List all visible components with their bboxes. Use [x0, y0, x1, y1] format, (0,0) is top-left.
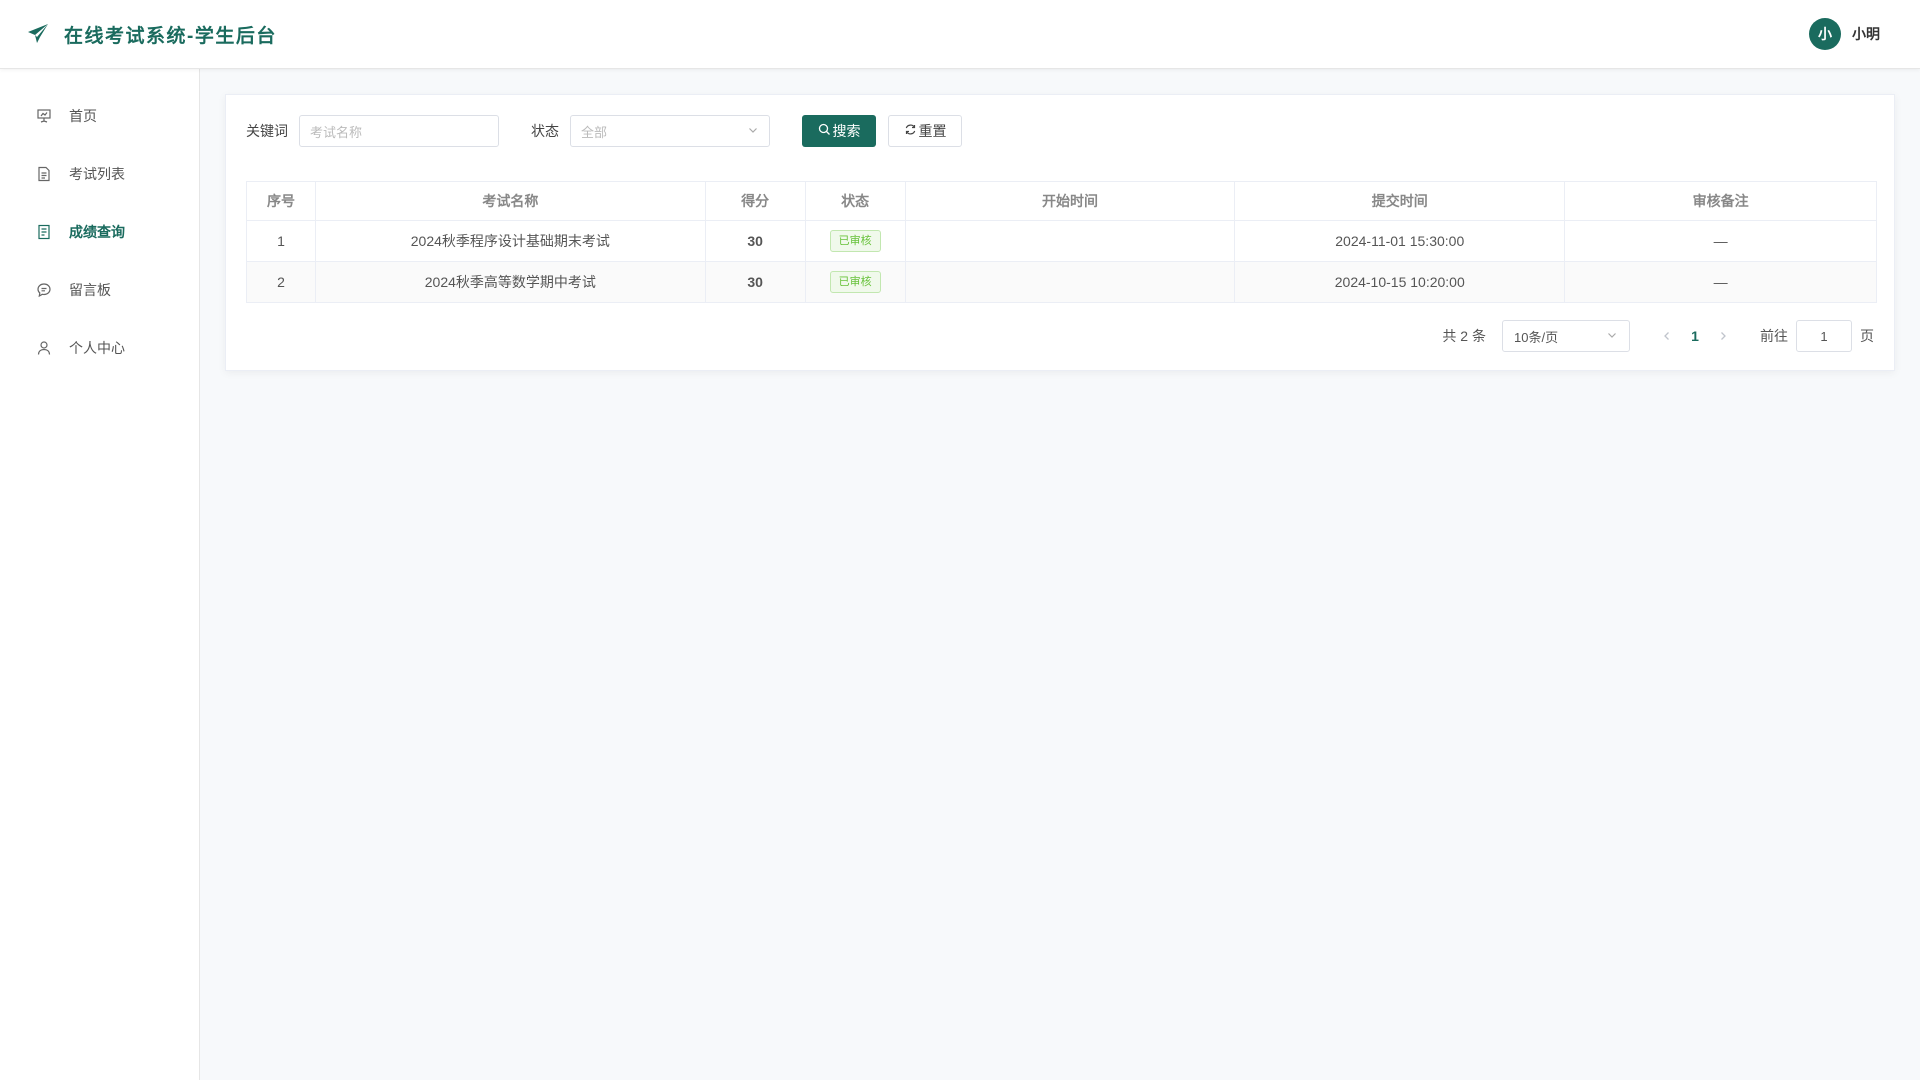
filter-bar: 关键词 考试名称 状态 全部 搜索 重置	[246, 115, 962, 147]
column-header-index: 序号	[246, 181, 316, 221]
table-header-row: 序号 考试名称 得分 状态 开始时间 提交时间 审核备注	[246, 181, 1877, 221]
column-header-score: 得分	[704, 181, 806, 221]
chevron-down-icon	[1606, 329, 1618, 344]
column-header-status: 状态	[804, 181, 906, 221]
sidebar-item-profile[interactable]: 个人中心	[0, 319, 199, 377]
cell-start-time	[904, 261, 1236, 303]
cell-status: 已审核	[804, 220, 906, 262]
sidebar-item-message-board[interactable]: 留言板	[0, 261, 199, 319]
column-header-start-time: 开始时间	[904, 181, 1236, 221]
sidebar-item-label: 留言板	[69, 282, 111, 298]
score-table: 序号 考试名称 得分 状态 开始时间 提交时间 审核备注 1 2024秋季程序设…	[246, 181, 1877, 303]
search-icon	[818, 123, 833, 139]
main-content: 关键词 考试名称 状态 全部 搜索 重置 序号 考试名称 得分 状态 开始时间 …	[200, 69, 1920, 1080]
search-button-label: 搜索	[832, 123, 861, 139]
search-button[interactable]: 搜索	[802, 115, 876, 147]
sidebar-item-label: 考试列表	[69, 166, 125, 182]
chat-bubble-icon	[35, 281, 53, 299]
cell-exam-name: 2024秋季高等数学期中考试	[314, 261, 706, 303]
cell-submit-time: 2024-11-01 15:30:00	[1234, 220, 1566, 262]
status-select[interactable]: 全部	[570, 115, 770, 147]
cell-exam-name: 2024秋季程序设计基础期末考试	[314, 220, 706, 262]
column-header-submit-time: 提交时间	[1234, 181, 1566, 221]
sidebar: 首页 考试列表 成绩查询 留言板 个人中心	[0, 69, 200, 1080]
reset-button[interactable]: 重置	[888, 115, 962, 147]
status-badge: 已审核	[829, 230, 881, 252]
goto-page-input[interactable]: 1	[1796, 320, 1852, 352]
column-header-exam-name: 考试名称	[314, 181, 706, 221]
score-card: 关键词 考试名称 状态 全部 搜索 重置 序号 考试名称 得分 状态 开始时间 …	[225, 94, 1895, 371]
reset-button-label: 重置	[918, 123, 947, 139]
user-icon	[35, 339, 53, 357]
sidebar-item-home[interactable]: 首页	[0, 87, 199, 145]
pagination: 共 2 条 10条/页 1 前往 1 页	[1442, 319, 1874, 353]
chevron-down-icon	[747, 124, 759, 139]
paper-plane-icon	[26, 22, 50, 46]
sidebar-item-label: 个人中心	[69, 340, 125, 356]
user-name[interactable]: 小明	[1852, 24, 1880, 44]
cell-review-remark: —	[1564, 220, 1877, 262]
user-menu[interactable]: 小 小明	[1809, 18, 1880, 50]
page-size-value: 10条/页	[1514, 329, 1559, 345]
cell-status: 已审核	[804, 261, 906, 303]
refresh-icon	[904, 123, 919, 139]
next-page-button[interactable]	[1710, 322, 1736, 350]
pagination-total: 共 2 条	[1442, 328, 1486, 344]
sidebar-item-score-query[interactable]: 成绩查询	[0, 203, 199, 261]
cell-score: 30	[704, 220, 806, 262]
list-document-icon	[35, 223, 53, 241]
page-number-current[interactable]: 1	[1680, 328, 1710, 344]
sidebar-item-label: 成绩查询	[69, 224, 125, 240]
brand[interactable]: 在线考试系统-学生后台	[26, 21, 277, 48]
prev-page-button[interactable]	[1654, 322, 1680, 350]
table-row: 2 2024秋季高等数学期中考试 30 已审核 2024-10-15 10:20…	[246, 261, 1877, 303]
status-select-value: 全部	[581, 124, 608, 140]
table-row: 1 2024秋季程序设计基础期末考试 30 已审核 2024-11-01 15:…	[246, 220, 1877, 262]
cell-review-remark: —	[1564, 261, 1877, 303]
sidebar-item-exam-list[interactable]: 考试列表	[0, 145, 199, 203]
sidebar-item-label: 首页	[69, 108, 97, 124]
column-header-review-remark: 审核备注	[1564, 181, 1877, 221]
status-label: 状态	[531, 123, 559, 139]
sidebar-menu: 首页 考试列表 成绩查询 留言板 个人中心	[0, 69, 199, 377]
chevron-left-icon	[1662, 328, 1672, 344]
app-title: 在线考试系统-学生后台	[64, 25, 277, 47]
page-suffix-label: 页	[1860, 328, 1874, 344]
keyword-input[interactable]: 考试名称	[299, 115, 499, 147]
cell-index: 2	[246, 261, 316, 303]
top-header: 在线考试系统-学生后台 小 小明	[0, 0, 1920, 69]
chevron-right-icon	[1718, 328, 1728, 344]
cell-score: 30	[704, 261, 806, 303]
status-badge: 已审核	[829, 271, 881, 293]
cell-start-time	[904, 220, 1236, 262]
presentation-icon	[35, 107, 53, 125]
cell-submit-time: 2024-10-15 10:20:00	[1234, 261, 1566, 303]
cell-index: 1	[246, 220, 316, 262]
avatar[interactable]: 小	[1809, 18, 1841, 50]
goto-label: 前往	[1760, 328, 1788, 344]
keyword-label: 关键词	[246, 123, 288, 139]
document-icon	[35, 165, 53, 183]
page-size-select[interactable]: 10条/页	[1502, 320, 1630, 352]
